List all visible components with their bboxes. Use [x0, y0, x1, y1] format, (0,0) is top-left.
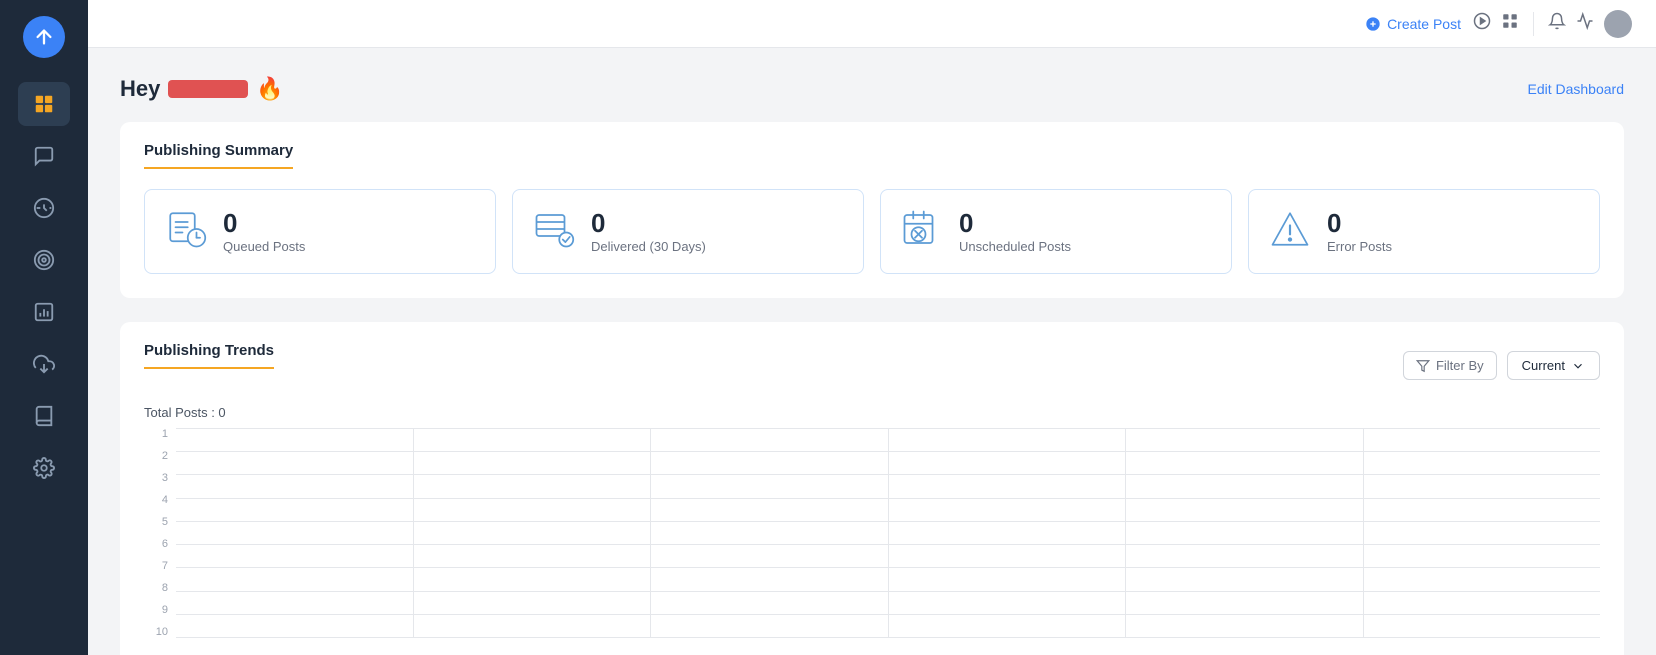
publishing-trends-card: Publishing Trends Filter By Current Tota… — [120, 322, 1624, 655]
create-post-button[interactable]: Create Post — [1365, 16, 1461, 32]
activity-icon[interactable] — [1576, 12, 1594, 35]
topbar-icons — [1473, 10, 1632, 38]
delivered-posts-info: 0 Delivered (30 Days) — [591, 209, 706, 255]
play-icon[interactable] — [1473, 12, 1491, 35]
chart-col-1 — [176, 428, 414, 638]
y-label-4: 4 — [144, 494, 172, 506]
error-posts-count: 0 — [1327, 209, 1392, 238]
publishing-summary-card: Publishing Summary — [120, 122, 1624, 298]
edit-dashboard-button[interactable]: Edit Dashboard — [1527, 81, 1624, 97]
y-label-2: 2 — [144, 450, 172, 462]
total-posts-label: Total Posts : 0 — [144, 405, 1600, 420]
fire-emoji: 🔥 — [256, 76, 283, 102]
topbar: Create Post — [88, 0, 1656, 48]
queued-posts-count: 0 — [223, 209, 305, 238]
sidebar-item-reports[interactable] — [18, 290, 70, 334]
unscheduled-posts-label: Unscheduled Posts — [959, 239, 1071, 254]
chart-col-6 — [1364, 428, 1601, 638]
main-area: Create Post Hey 🔥 — [88, 0, 1656, 655]
summary-grid: 0 Queued Posts — [144, 189, 1600, 274]
delivered-posts-tile: 0 Delivered (30 Days) — [512, 189, 864, 274]
greeting-word: Hey — [120, 76, 160, 102]
current-label: Current — [1522, 358, 1565, 373]
delivered-posts-count: 0 — [591, 209, 706, 238]
user-avatar[interactable] — [1604, 10, 1632, 38]
chart-area — [176, 428, 1600, 638]
queued-posts-label: Queued Posts — [223, 239, 305, 254]
queued-posts-icon — [165, 208, 207, 255]
unscheduled-posts-count: 0 — [959, 209, 1071, 238]
y-label-9: 9 — [144, 604, 172, 616]
queued-posts-tile: 0 Queued Posts — [144, 189, 496, 274]
create-post-label: Create Post — [1387, 16, 1461, 32]
y-label-8: 8 — [144, 582, 172, 594]
user-name-redacted — [168, 80, 248, 98]
chevron-down-icon — [1571, 359, 1585, 373]
sidebar-item-targeting[interactable] — [18, 238, 70, 282]
unscheduled-posts-tile: 0 Unscheduled Posts — [880, 189, 1232, 274]
notification-icon[interactable] — [1548, 12, 1566, 35]
filter-icon — [1416, 359, 1430, 373]
sidebar-item-dashboard[interactable] — [18, 82, 70, 126]
content-header: Hey 🔥 Edit Dashboard — [120, 76, 1624, 102]
topbar-divider — [1533, 12, 1534, 36]
y-label-7: 7 — [144, 560, 172, 572]
error-posts-label: Error Posts — [1327, 239, 1392, 254]
y-label-10: 10 — [144, 626, 172, 638]
unscheduled-posts-icon — [901, 208, 943, 255]
trends-controls: Filter By Current — [1403, 351, 1600, 380]
chart-y-axis: 10 9 8 7 6 5 4 3 2 1 — [144, 428, 172, 638]
grid-icon[interactable] — [1501, 12, 1519, 35]
sidebar-item-inbox[interactable] — [18, 342, 70, 386]
filter-by-label: Filter By — [1436, 358, 1484, 373]
y-label-6: 6 — [144, 538, 172, 550]
queued-posts-info: 0 Queued Posts — [223, 209, 305, 255]
sidebar-item-library[interactable] — [18, 394, 70, 438]
error-posts-info: 0 Error Posts — [1327, 209, 1392, 255]
sidebar — [0, 0, 88, 655]
error-posts-tile: 0 Error Posts — [1248, 189, 1600, 274]
y-label-1: 1 — [144, 428, 172, 440]
trends-header: Publishing Trends Filter By Current — [144, 342, 1600, 389]
content-area: Hey 🔥 Edit Dashboard Publishing Summary — [88, 48, 1656, 655]
app-logo[interactable] — [23, 16, 65, 58]
y-label-3: 3 — [144, 472, 172, 484]
publishing-summary-title: Publishing Summary — [144, 142, 293, 169]
chart-columns — [176, 428, 1600, 638]
unscheduled-posts-info: 0 Unscheduled Posts — [959, 209, 1071, 255]
sidebar-item-messages[interactable] — [18, 134, 70, 178]
chart-col-4 — [889, 428, 1127, 638]
delivered-posts-icon — [533, 208, 575, 255]
sidebar-item-analytics[interactable] — [18, 186, 70, 230]
greeting-text: Hey 🔥 — [120, 76, 284, 102]
delivered-posts-label: Delivered (30 Days) — [591, 239, 706, 254]
chart-col-5 — [1126, 428, 1364, 638]
filter-by-button[interactable]: Filter By — [1403, 351, 1497, 380]
sidebar-item-settings[interactable] — [18, 446, 70, 490]
publishing-trends-title: Publishing Trends — [144, 342, 274, 369]
chart-col-3 — [651, 428, 889, 638]
current-dropdown[interactable]: Current — [1507, 351, 1600, 380]
chart-col-2 — [414, 428, 652, 638]
chart-container: 10 9 8 7 6 5 4 3 2 1 — [144, 428, 1600, 655]
error-posts-icon — [1269, 208, 1311, 255]
y-label-5: 5 — [144, 516, 172, 528]
